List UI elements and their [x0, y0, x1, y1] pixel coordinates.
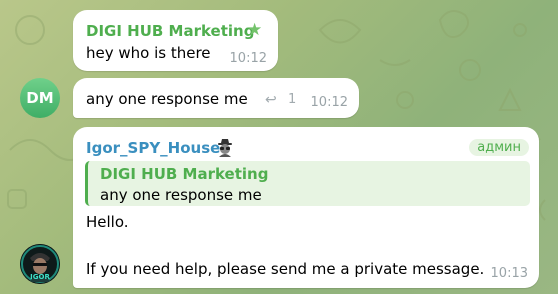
message-text: any one response me	[86, 90, 248, 108]
quoted-text: any one response me	[100, 186, 262, 204]
avatar-initials: DM	[26, 89, 54, 107]
spy-icon	[218, 139, 232, 157]
message-time: 10:12	[229, 51, 267, 66]
message-text-line-1: Hello.	[86, 213, 129, 231]
sender-name[interactable]: Igor_SPY_House	[86, 139, 220, 157]
sender-avatar-dm[interactable]: DM	[20, 78, 60, 118]
quoted-sender: DIGI HUB Marketing	[100, 165, 269, 183]
message-text: hey who is there	[86, 44, 211, 62]
sender-avatar-igor[interactable]: IGOR	[20, 244, 60, 284]
message-time: 10:12	[310, 95, 348, 110]
igor-avatar-icon: IGOR	[20, 244, 60, 284]
message-text-line-2: If you need help, please send me a priva…	[86, 260, 485, 278]
star-icon: ★	[247, 20, 263, 40]
message-time: 10:13	[490, 266, 528, 281]
reply-count[interactable]: 1	[288, 92, 296, 107]
avatar-label: IGOR	[30, 273, 50, 281]
message-bubble-2[interactable]: any one response me ↩ 1 10:12	[73, 78, 359, 118]
reply-arrow-icon[interactable]: ↩	[265, 92, 277, 108]
sender-name[interactable]: DIGI HUB Marketing	[86, 22, 254, 40]
admin-badge: админ	[469, 139, 529, 156]
message-bubble-1[interactable]: DIGI HUB Marketing ★ hey who is there 10…	[73, 10, 278, 71]
message-bubble-3[interactable]: Igor_SPY_House админ DIGI HUB Marketing …	[73, 127, 539, 288]
reply-quote[interactable]: DIGI HUB Marketing any one response me	[85, 161, 530, 206]
